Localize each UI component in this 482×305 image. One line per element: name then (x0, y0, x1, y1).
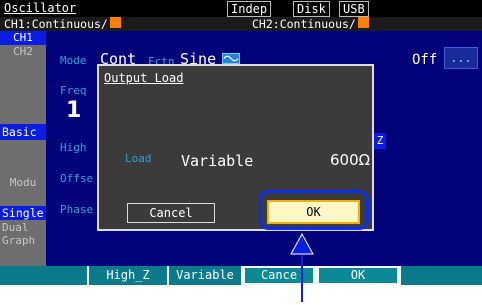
callout-arrow (290, 232, 314, 302)
